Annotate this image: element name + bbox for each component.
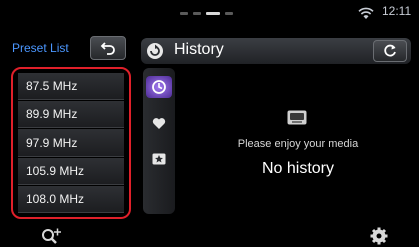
refresh-button[interactable] <box>373 40 407 62</box>
preset-header: Preset List <box>8 36 131 60</box>
clock-icon <box>152 80 166 94</box>
category-tabs <box>143 68 175 214</box>
preset-frequency: 105.9 MHz <box>26 163 85 178</box>
preset-item[interactable]: 108.0 MHz <box>18 185 124 214</box>
youtube-icon <box>287 110 307 125</box>
empty-state-text: No history <box>261 160 335 177</box>
preset-item[interactable]: 105.9 MHz <box>18 157 124 185</box>
star-icon <box>152 153 166 165</box>
preset-item[interactable]: 87.5 MHz <box>18 73 124 101</box>
settings-button[interactable] <box>368 226 390 246</box>
search-button[interactable] <box>38 226 68 246</box>
preset-frequency: 89.9 MHz <box>26 107 78 122</box>
history-icon <box>147 43 163 59</box>
preset-frequency: 108.0 MHz <box>26 191 85 206</box>
preset-list: 87.5 MHz 89.9 MHz 97.9 MHz 105.9 MHz 108… <box>11 67 131 219</box>
wifi-icon <box>358 7 374 19</box>
heart-icon <box>152 117 166 129</box>
gear-icon <box>370 227 388 245</box>
media-message: Please enjoy your media <box>237 138 359 150</box>
search-icon <box>42 228 61 244</box>
page-title: History <box>174 41 224 58</box>
back-arrow-icon <box>100 42 115 55</box>
tab-favorite[interactable] <box>146 112 172 134</box>
preset-list-label[interactable]: Preset List <box>12 39 92 57</box>
preset-item[interactable]: 89.9 MHz <box>18 101 124 129</box>
history-header: History <box>141 38 411 64</box>
tab-history[interactable] <box>146 76 172 98</box>
refresh-icon <box>384 44 396 57</box>
preset-frequency: 87.5 MHz <box>26 79 78 94</box>
status-bar: 12:11 <box>0 0 419 26</box>
preset-frequency: 97.9 MHz <box>26 135 78 150</box>
preset-item[interactable]: 97.9 MHz <box>18 129 124 157</box>
clock: 12:11 <box>382 4 412 18</box>
back-button[interactable] <box>90 36 126 60</box>
page-indicator <box>180 12 233 15</box>
tab-star[interactable] <box>146 148 172 170</box>
